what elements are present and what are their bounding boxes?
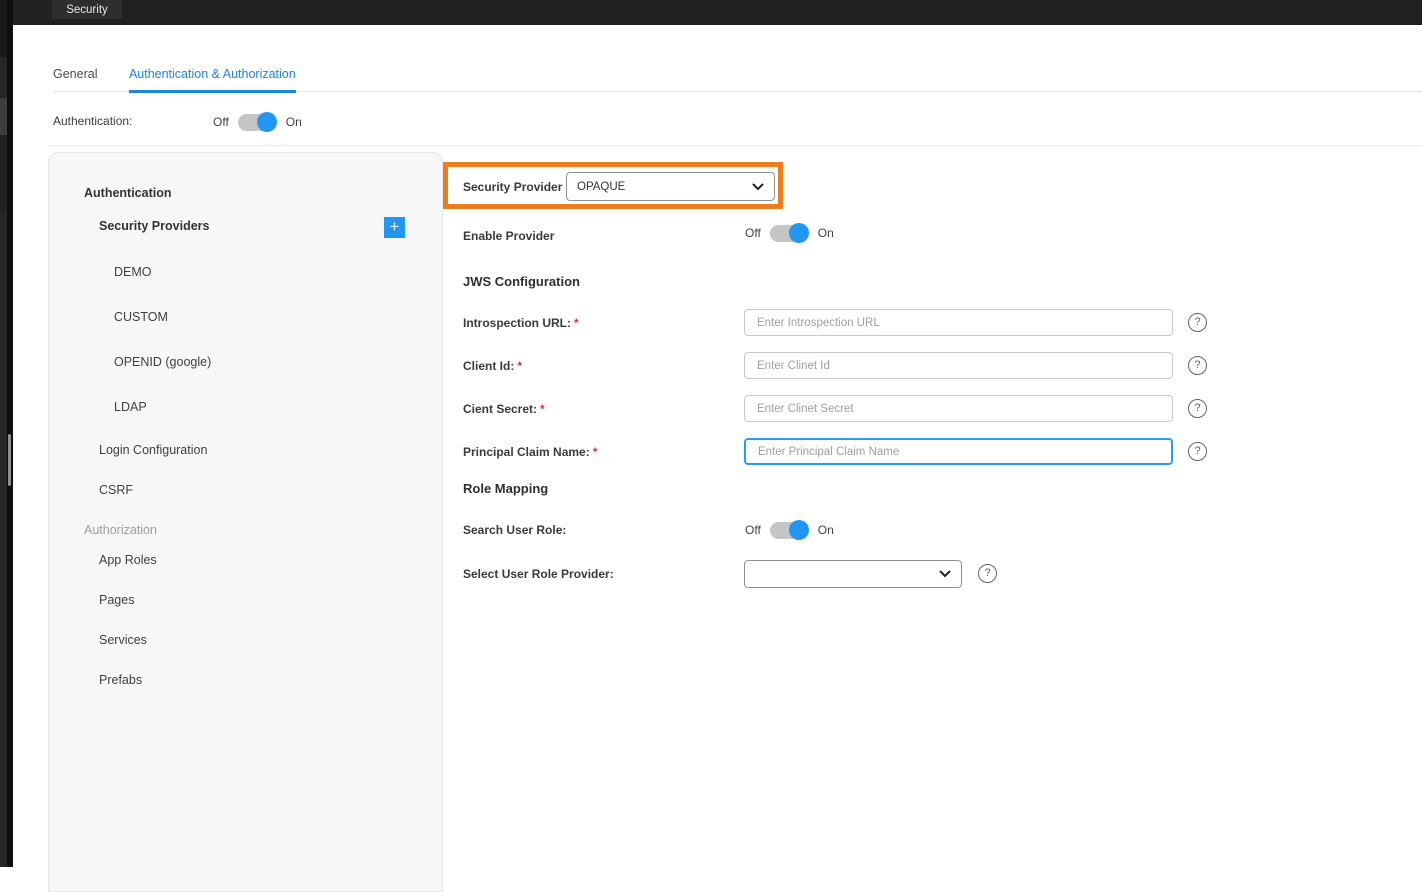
toggle-on-label: On: [286, 115, 302, 129]
sidebar-section-authorization: Authorization: [84, 523, 157, 538]
add-provider-button[interactable]: +: [384, 217, 405, 238]
sidebar-item-prefabs[interactable]: Prefabs: [99, 673, 142, 688]
toggle-on-label: On: [818, 226, 834, 240]
toggle-track[interactable]: [770, 522, 807, 539]
tab-general[interactable]: General: [53, 67, 97, 90]
chevron-down-icon: [939, 570, 951, 578]
sidebar-item-demo[interactable]: DEMO: [114, 265, 152, 280]
select-user-role-provider-label: Select User Role Provider:: [463, 566, 614, 582]
sidebar-section-authentication: Authentication: [84, 186, 172, 201]
jws-configuration-heading: JWS Configuration: [463, 273, 580, 290]
toggle-off-label: Off: [745, 226, 761, 240]
scrollbar-thumb[interactable]: [8, 434, 11, 486]
chevron-down-icon: [752, 183, 764, 191]
tab-authentication-authorization[interactable]: Authentication & Authorization: [129, 67, 296, 93]
search-user-role-label: Search User Role:: [463, 522, 566, 538]
left-activity-rail: [0, 0, 7, 867]
help-icon[interactable]: ?: [1188, 356, 1207, 375]
tab-bar: General Authentication & Authorization: [53, 65, 1422, 92]
rail-segment: [0, 0, 7, 57]
sidebar-item-pages[interactable]: Pages: [99, 593, 134, 608]
section-divider: [48, 145, 1422, 146]
client-secret-input[interactable]: [744, 395, 1173, 422]
security-dialog-tab[interactable]: Security: [52, 0, 122, 19]
security-provider-label: Security Provider: [463, 179, 562, 195]
client-id-input[interactable]: [744, 352, 1173, 379]
help-icon[interactable]: ?: [1188, 399, 1207, 418]
sidebar-item-ldap[interactable]: LDAP: [114, 400, 147, 415]
principal-claim-name-label: Principal Claim Name:*: [463, 444, 597, 460]
client-secret-label: Cient Secret:*: [463, 401, 545, 417]
toggle-off-label: Off: [745, 523, 761, 537]
toggle-track[interactable]: [238, 114, 275, 131]
label-text: Introspection URL:: [463, 316, 571, 330]
user-role-provider-select[interactable]: [744, 560, 962, 588]
sidebar-item-csrf[interactable]: CSRF: [99, 483, 133, 498]
help-icon[interactable]: ?: [978, 564, 997, 583]
authentication-toggle[interactable]: Off On: [213, 112, 302, 132]
introspection-url-label: Introspection URL:*: [463, 315, 579, 331]
sidebar-item-app-roles[interactable]: App Roles: [99, 553, 157, 568]
sidebar-item-services[interactable]: Services: [99, 633, 147, 648]
security-nav-panel: Authentication Security Providers + DEMO…: [48, 152, 443, 892]
label-text: Principal Claim Name:: [463, 445, 590, 459]
required-asterisk: *: [540, 402, 545, 416]
required-asterisk: *: [593, 445, 598, 459]
main-content: General Authentication & Authorization A…: [13, 25, 1422, 867]
help-icon[interactable]: ?: [1188, 442, 1207, 461]
toggle-knob: [257, 112, 277, 132]
required-asterisk: *: [574, 316, 579, 330]
sidebar-item-custom[interactable]: CUSTOM: [114, 310, 168, 325]
toggle-track[interactable]: [770, 225, 807, 242]
toggle-knob: [789, 223, 809, 243]
role-mapping-heading: Role Mapping: [463, 480, 548, 497]
label-text: Cient Secret:: [463, 402, 537, 416]
label-text: Client Id:: [463, 359, 514, 373]
rail-segment: [0, 135, 7, 210]
search-user-role-toggle[interactable]: Off On: [745, 520, 834, 540]
client-id-label: Client Id:*: [463, 358, 522, 374]
toggle-knob: [789, 520, 809, 540]
enable-provider-label: Enable Provider: [463, 228, 554, 244]
introspection-url-input[interactable]: [744, 309, 1173, 336]
toggle-off-label: Off: [213, 115, 229, 129]
help-icon[interactable]: ?: [1188, 313, 1207, 332]
sidebar-item-login-configuration[interactable]: Login Configuration: [99, 443, 207, 458]
security-provider-value: OPAQUE: [577, 181, 625, 193]
toggle-on-label: On: [818, 523, 834, 537]
sidebar-item-security-providers[interactable]: Security Providers: [99, 219, 209, 234]
sidebar-item-openid-google[interactable]: OPENID (google): [114, 355, 211, 370]
principal-claim-name-input[interactable]: [744, 438, 1173, 465]
rail-segment: [0, 98, 7, 135]
security-provider-select[interactable]: OPAQUE: [566, 172, 775, 201]
top-bar: Security: [13, 0, 1422, 25]
enable-provider-toggle[interactable]: Off On: [745, 223, 834, 243]
required-asterisk: *: [517, 359, 522, 373]
authentication-label: Authentication:: [53, 113, 132, 129]
